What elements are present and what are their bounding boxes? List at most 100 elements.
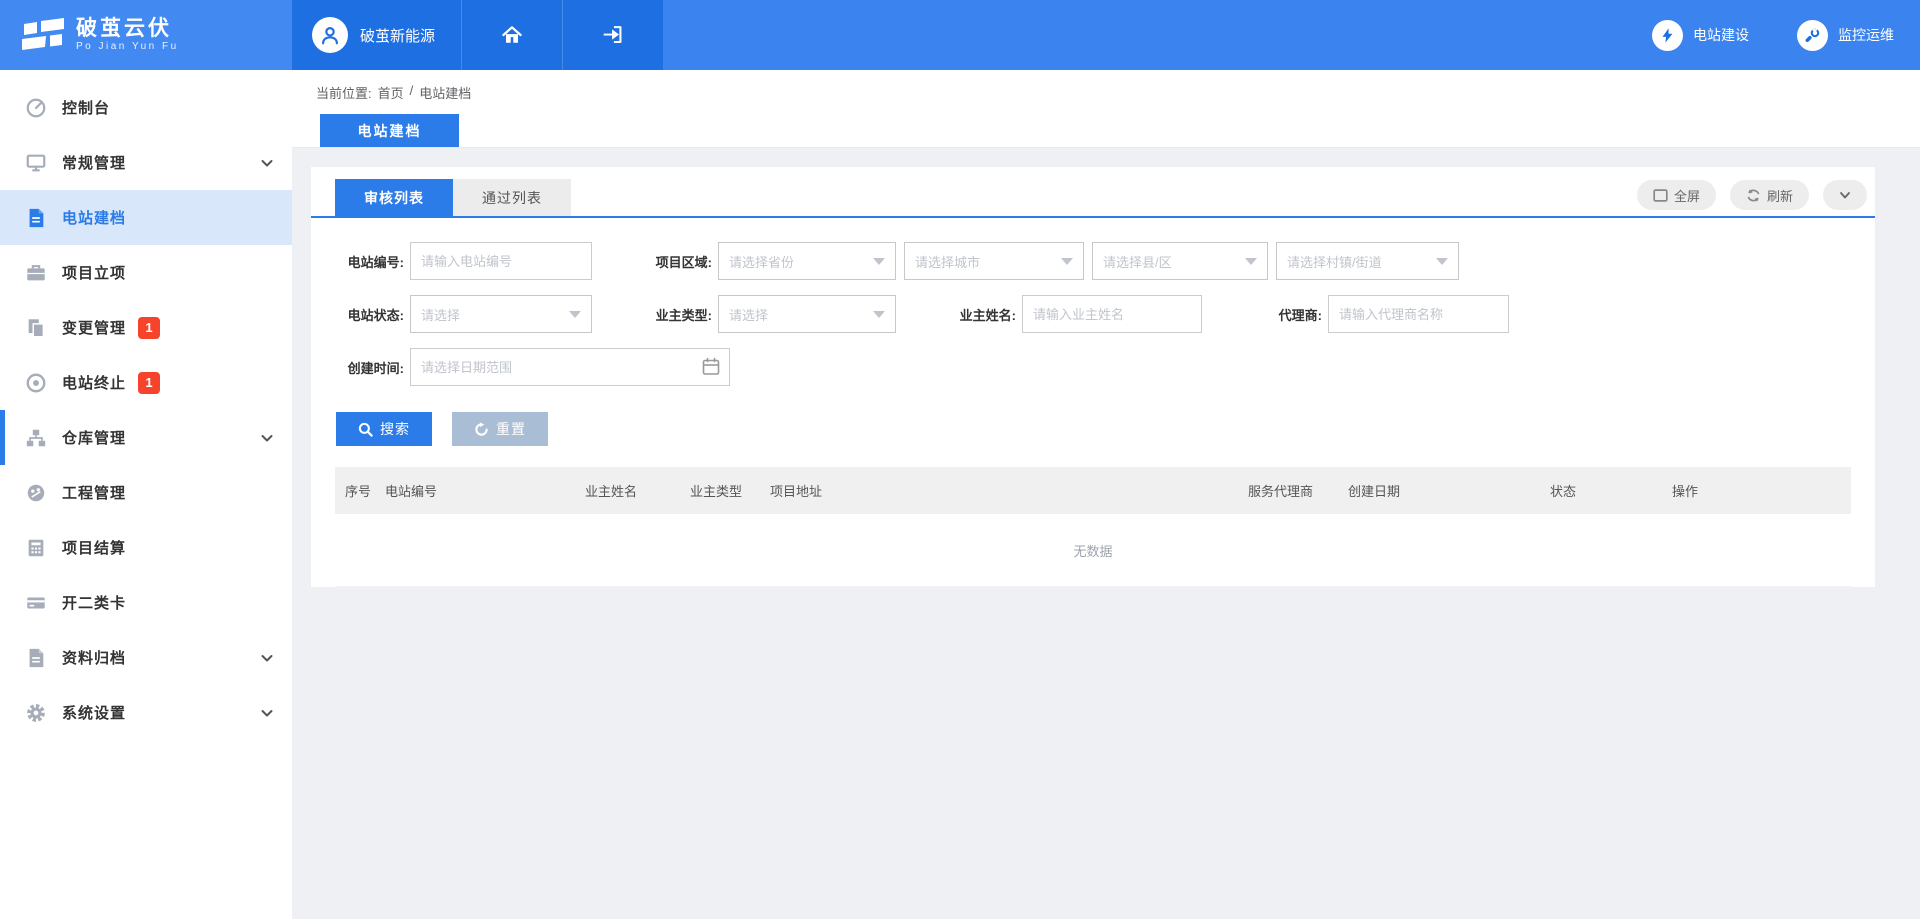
caret-down-icon [873, 258, 885, 265]
chevron-down-icon [260, 706, 274, 720]
company-name: 破茧新能源 [360, 25, 435, 46]
owner-type-select[interactable]: 请选择 [718, 295, 896, 333]
col-address: 项目地址 [760, 481, 1238, 500]
count-badge: 1 [138, 317, 160, 339]
file-icon [25, 647, 47, 669]
refresh-icon [1746, 188, 1761, 203]
search-icon [358, 422, 373, 437]
caret-down-icon [1436, 258, 1448, 265]
station-no-label: 电站编号: [334, 252, 404, 271]
filter-form: 电站编号: 项目区域: 请选择省份 请选择城市 请选择县/区 请选择村镇/街道 [311, 218, 1875, 446]
caret-down-icon [873, 311, 885, 318]
lightning-icon [1652, 20, 1683, 51]
station-status-select[interactable]: 请选择 [410, 295, 592, 333]
sidebar-item-change-mgmt[interactable]: 变更管理 1 [0, 300, 292, 355]
agent-label: 代理商: [1252, 305, 1322, 324]
col-status: 状态 [1540, 481, 1662, 500]
results-table: 序号 电站编号 业主姓名 业主类型 项目地址 服务代理商 创建日期 状态 操作 … [335, 467, 1851, 587]
brand-subtitle: Po Jian Yun Fu [76, 41, 179, 53]
breadcrumb-strip: 当前位置: 首页 / 电站建档 电站建档 [292, 70, 1920, 148]
col-actions: 操作 [1662, 481, 1851, 500]
refresh-button[interactable]: 刷新 [1730, 180, 1809, 210]
sidebar-item-console[interactable]: 控制台 [0, 80, 292, 135]
gauge-icon [25, 97, 47, 119]
sidebar-item-project-initiation[interactable]: 项目立项 [0, 245, 292, 300]
date-range-input[interactable] [410, 348, 730, 386]
sidebar-item-project-settlement[interactable]: 项目结算 [0, 520, 292, 575]
sidebar-item-station-archive[interactable]: 电站建档 [0, 190, 292, 245]
brand-name: 破茧云伏 [76, 17, 179, 41]
caret-down-icon [1245, 258, 1257, 265]
sidebar-item-station-terminate[interactable]: 电站终止 1 [0, 355, 292, 410]
user-avatar-icon [312, 17, 348, 53]
search-button[interactable]: 搜索 [336, 412, 432, 446]
count-badge: 1 [138, 372, 160, 394]
breadcrumb-separator: / [410, 83, 414, 102]
content-panel: 审核列表 通过列表 全屏 [311, 167, 1875, 587]
col-owner-type: 业主类型 [680, 481, 760, 500]
fullscreen-icon [1653, 189, 1668, 202]
card-icon [25, 592, 47, 614]
document-icon [25, 207, 47, 229]
panel-toolbar: 全屏 刷新 [1637, 180, 1867, 216]
nav-label: 监控运维 [1838, 25, 1894, 45]
page-tab-station-archive[interactable]: 电站建档 [320, 114, 459, 147]
caret-down-icon [1061, 258, 1073, 265]
breadcrumb-prefix: 当前位置: [316, 83, 372, 102]
filter-row-3: 创建时间: [334, 348, 1851, 386]
tab-review-list[interactable]: 审核列表 [335, 179, 453, 216]
created-time-label: 创建时间: [334, 358, 404, 377]
sidebar-item-engineering-mgmt[interactable]: 工程管理 [0, 465, 292, 520]
region-label: 项目区域: [642, 252, 712, 271]
breadcrumb: 当前位置: 首页 / 电站建档 [316, 83, 471, 102]
calendar-icon [702, 357, 720, 376]
breadcrumb-current: 电站建档 [419, 83, 471, 102]
sitemap-icon [25, 427, 47, 449]
briefcase-icon [25, 262, 47, 284]
sidebar: 控制台 常规管理 电站建档 [0, 70, 292, 919]
sidebar-item-system-settings[interactable]: 系统设置 [0, 685, 292, 740]
table-header-row: 序号 电站编号 业主姓名 业主类型 项目地址 服务代理商 创建日期 状态 操作 [335, 467, 1851, 514]
empty-state: 无数据 [335, 514, 1851, 587]
logout-button[interactable] [562, 0, 663, 70]
brand-logo-icon [22, 15, 64, 55]
city-select[interactable]: 请选择城市 [904, 242, 1084, 280]
province-select[interactable]: 请选择省份 [718, 242, 896, 280]
chevron-down-icon [1838, 188, 1852, 202]
panel-tab-bar: 审核列表 通过列表 全屏 [311, 167, 1875, 218]
main-content: 当前位置: 首页 / 电站建档 电站建档 审核列表 通过列表 全屏 [292, 70, 1920, 919]
nav-station-build[interactable]: 电站建设 [1652, 20, 1749, 51]
sidebar-item-warehouse-mgmt[interactable]: 仓库管理 [0, 410, 292, 465]
chevron-down-icon [260, 431, 274, 445]
owner-name-input[interactable] [1022, 295, 1202, 333]
tab-passed-list[interactable]: 通过列表 [453, 179, 571, 216]
monitor-icon [25, 152, 47, 174]
current-user[interactable]: 破茧新能源 [292, 0, 461, 70]
col-created-date: 创建日期 [1338, 481, 1540, 500]
home-icon [500, 23, 524, 47]
home-button[interactable] [461, 0, 562, 70]
gear-icon [25, 702, 47, 724]
county-select[interactable]: 请选择县/区 [1092, 242, 1268, 280]
col-station-no: 电站编号 [375, 481, 575, 500]
reset-button[interactable]: 重置 [452, 412, 548, 446]
nav-monitor-ops[interactable]: 监控运维 [1797, 20, 1894, 51]
nav-label: 电站建设 [1693, 25, 1749, 45]
station-no-input[interactable] [410, 242, 592, 280]
reset-icon [474, 422, 489, 437]
breadcrumb-home-link[interactable]: 首页 [378, 83, 404, 102]
sidebar-item-general-mgmt[interactable]: 常规管理 [0, 135, 292, 190]
pages-icon [25, 317, 47, 339]
owner-type-label: 业主类型: [642, 305, 712, 324]
header-nav: 电站建设 监控运维 [663, 0, 1920, 70]
fullscreen-button[interactable]: 全屏 [1637, 180, 1716, 210]
town-select[interactable]: 请选择村镇/街道 [1276, 242, 1459, 280]
sidebar-item-data-archive[interactable]: 资料归档 [0, 630, 292, 685]
collapse-button[interactable] [1823, 180, 1867, 210]
agent-input[interactable] [1328, 295, 1509, 333]
calculator-icon [25, 537, 47, 559]
filter-row-1: 电站编号: 项目区域: 请选择省份 请选择城市 请选择县/区 请选择村镇/街道 [334, 242, 1851, 280]
sidebar-item-open-card[interactable]: 开二类卡 [0, 575, 292, 630]
wrench-icon [1797, 20, 1828, 51]
brand-logo[interactable]: 破茧云伏 Po Jian Yun Fu [0, 0, 292, 70]
